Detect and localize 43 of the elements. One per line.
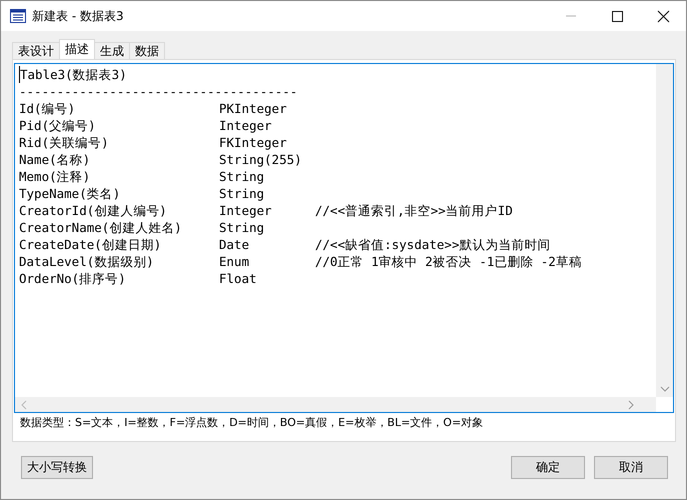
horizontal-scrollbar[interactable] <box>15 397 656 412</box>
scroll-left-icon[interactable] <box>21 400 27 410</box>
text-line: Table3(数据表3) <box>19 66 127 83</box>
vertical-scrollbar[interactable] <box>656 64 673 397</box>
field-name: Name(名称) <box>19 151 92 168</box>
field-type: String <box>219 168 266 185</box>
field-name: Id(编号) <box>19 100 76 117</box>
field-comment: //0正常 1审核中 2被否决 -1已删除 -2草稿 <box>315 253 582 270</box>
field-comment: //<<缺省值:sysdate>>默认为当前时间 <box>315 236 550 253</box>
window-title: 新建表 - 数据表3 <box>32 8 124 24</box>
field-type: String <box>219 219 266 236</box>
field-type: String(255) <box>219 151 303 168</box>
field-name: CreatorId(创建人编号) <box>19 202 168 219</box>
tab[interactable]: 数据 <box>129 42 165 59</box>
convert-case-button[interactable]: 大小写转换 <box>21 456 93 479</box>
field-name: OrderNo(排序号) <box>19 270 127 287</box>
tab[interactable]: 生成 <box>94 42 130 59</box>
field-type: Date <box>219 236 250 253</box>
tab[interactable]: 描述 <box>59 39 95 59</box>
data-type-legend: 数据类型：S=文本，I=整数，F=浮点数，D=时间，BO=真假，E=枚举，BL=文件，O=对象 <box>14 413 674 432</box>
field-type: Float <box>219 270 258 287</box>
field-type: String <box>219 185 266 202</box>
field-name: Pid(父编号) <box>19 117 97 134</box>
field-type: PKInteger <box>219 100 288 117</box>
field-type: FKInteger <box>219 134 288 151</box>
field-name: CreateDate(创建日期) <box>19 236 162 253</box>
dialog-button[interactable]: 取消 <box>594 456 668 479</box>
scroll-right-icon[interactable] <box>628 400 634 410</box>
tab[interactable]: 表设计 <box>12 42 60 59</box>
field-name: Memo(注释) <box>19 168 92 185</box>
field-type: Integer <box>219 117 273 134</box>
field-type: Integer <box>219 202 273 219</box>
scroll-down-icon[interactable] <box>660 386 670 392</box>
dialog-button[interactable]: 确定 <box>511 456 585 479</box>
field-name: Rid(关联编号) <box>19 134 110 151</box>
table-icon <box>10 9 26 23</box>
field-comment: //<<普通索引,非空>>当前用户ID <box>315 202 513 219</box>
text-editor[interactable] <box>14 63 674 413</box>
field-name: TypeName(类名) <box>19 185 122 202</box>
separator-line: ------------------------------------- <box>19 83 298 100</box>
field-name: CreatorName(创建人姓名) <box>19 219 183 236</box>
field-name: DataLevel(数据级别) <box>19 253 155 270</box>
field-type: Enum <box>219 253 250 270</box>
